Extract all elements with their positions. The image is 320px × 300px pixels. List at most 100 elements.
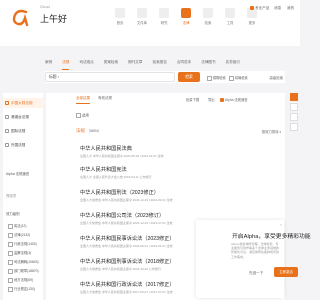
- popup-title: 开启Alpha，享受更多精彩功能: [232, 234, 311, 240]
- facet-group-level[interactable]: 效力级别: [6, 211, 20, 216]
- facet-item[interactable]: 司法解释(10843): [8, 259, 39, 265]
- left-sidebar: 中国大陆法规 港澳台法规 国际法规 外国法规 Alpha 法规速查 筛选项 效力…: [3, 93, 43, 300]
- tool-icon: [225, 8, 235, 18]
- flag-icon: [5, 101, 9, 105]
- rail-button[interactable]: [290, 93, 298, 101]
- result-meta: 全国人大 中华人民共和国主席令 2020-05-28 | 2021-01-01 …: [80, 154, 164, 158]
- pro-icon: [250, 6, 254, 11]
- category-tabs: 案例 法规 司法观点 类案检索 期刊文章 检索报告 合同范本 法律图书 实务指引: [45, 60, 285, 70]
- search-icon: [203, 8, 213, 18]
- popup-description: Alpha 融合律所管理、法律检索、专业服务与协作等多个法律业务领域的智能化平台…: [231, 242, 280, 259]
- tab-books[interactable]: 法律图书: [201, 60, 215, 70]
- filter-section-title: 筛选项: [6, 194, 17, 198]
- rail-button[interactable]: [290, 123, 298, 131]
- result-title[interactable]: 中华人民共和国公司法（2023修订）: [80, 212, 200, 219]
- book-icon: [159, 8, 169, 18]
- advanced-search-link[interactable]: 高级检索: [269, 75, 283, 80]
- tab-all-results[interactable]: 全部结果: [76, 96, 90, 104]
- activation-popup: × 开启Alpha，享受更多精彩功能 Alpha 融合律所管理、法律检索、专业服…: [196, 220, 311, 298]
- top-header: Good 上午好 首页 文件库 研究 法律 检索 工具 更多 专业产品 消息 我…: [0, 0, 300, 46]
- filter-checkbox[interactable]: 选项: [76, 113, 89, 118]
- result-item[interactable]: 中华人民共和国刑法（2023修正） 全国人大常委会 中华人民共和国主席令 2023…: [80, 189, 200, 202]
- tab-contracts[interactable]: 合同范本: [177, 60, 191, 70]
- greeting-small: Good: [40, 4, 50, 9]
- tab-guides[interactable]: 实务指引: [226, 60, 240, 70]
- messages-link[interactable]: 消息: [274, 6, 281, 11]
- nav-item-search[interactable]: 检索: [198, 6, 218, 42]
- home-icon: [115, 8, 125, 18]
- result-title[interactable]: 中华人民共和国民法典: [80, 145, 200, 152]
- greeting-text: 上午好: [40, 14, 68, 24]
- close-icon[interactable]: ×: [280, 222, 282, 227]
- flag-icon: [5, 115, 9, 119]
- result-meta: 全国人大常委会 中华人民共和国主席令 2017-06-27 | 2017-07-…: [80, 290, 173, 294]
- facet-item[interactable]: 宪法(12): [8, 223, 26, 229]
- nav-item-law[interactable]: 法律: [176, 6, 196, 42]
- search-field-select[interactable]: 标题: [49, 75, 59, 80]
- facet-item[interactable]: 部门规章(18870): [8, 268, 39, 274]
- batch-download-link[interactable]: 批量下载: [186, 97, 199, 102]
- alpha-lookup-link[interactable]: Alpha 法规速查: [220, 97, 248, 103]
- sort-select[interactable]: 按效力排序: [262, 129, 281, 134]
- result-title[interactable]: 中华人民共和国行政诉讼法（2017修正）: [80, 281, 200, 288]
- result-subtabs: 全部结果 有效法规: [76, 96, 120, 104]
- result-title[interactable]: 中华人民共和国刑事诉讼法（2018修正）: [80, 258, 200, 265]
- sidebar-item-hk-macao-tw[interactable]: 港澳台法规: [3, 112, 43, 122]
- facet-item[interactable]: 监察法规(3): [8, 250, 31, 256]
- tab-journals[interactable]: 期刊文章: [128, 60, 142, 70]
- search-input[interactable]: 标题: [45, 72, 175, 82]
- result-meta: 全国人大常委会 中华人民共和国主席令 2023-12-29 | 2024-07-…: [80, 221, 173, 225]
- alpha-quick-lookup[interactable]: Alpha 法规速查: [6, 171, 29, 176]
- pro-products-link[interactable]: 专业产品: [250, 6, 269, 11]
- tab-reports[interactable]: 检索报告: [153, 60, 167, 70]
- tab-judicial-views[interactable]: 司法观点: [79, 60, 93, 70]
- result-meta: 全国人大 全国人民代表大会公告 2018-03-11 公布施行: [80, 175, 152, 179]
- globe-icon: [5, 143, 9, 147]
- results-count: 法规 （5694）: [76, 128, 102, 133]
- tab-cases[interactable]: 案例: [45, 60, 52, 70]
- rail-button[interactable]: [290, 103, 298, 111]
- nav-item-tools[interactable]: 工具: [220, 6, 240, 42]
- right-rail: [290, 93, 298, 183]
- sidebar-item-mainland[interactable]: 中国大陆法规: [3, 98, 43, 108]
- tab-regulations[interactable]: 法规: [62, 60, 70, 70]
- result-item[interactable]: 中华人民共和国刑事诉讼法（2018修正） 全国人大常委会 中华人民共和国主席令 2…: [80, 258, 200, 271]
- facet-item[interactable]: 行业规定(130): [8, 286, 35, 292]
- result-item[interactable]: 中华人民共和国公司法（2023修订） 全国人大常委会 中华人民共和国主席令 202…: [80, 212, 200, 225]
- search-button[interactable]: 检索: [178, 72, 200, 82]
- result-title[interactable]: 中华人民共和国宪法: [80, 166, 200, 173]
- alpha-icon: [220, 98, 224, 103]
- result-item[interactable]: 中华人民共和国行政诉讼法（2017修正） 全国人大常委会 中华人民共和国主席令 2…: [80, 281, 200, 294]
- scale-icon: [181, 8, 191, 18]
- sidebar-item-international[interactable]: 国际法规: [3, 126, 43, 136]
- tab-valid-regulations[interactable]: 有效法规: [98, 96, 112, 104]
- result-title[interactable]: 中华人民共和国刑法（2023修正）: [80, 189, 200, 196]
- globe-icon: [5, 129, 9, 133]
- top-nav: 首页 文件库 研究 法律 检索 工具 更多: [110, 6, 264, 42]
- nav-item-more[interactable]: 更多: [242, 6, 262, 42]
- sidebar-item-foreign[interactable]: 外国法规: [3, 140, 43, 150]
- activate-button[interactable]: 立即激活: [274, 267, 298, 277]
- browse-first-link[interactable]: 先逛一下: [249, 271, 263, 276]
- nav-item-home[interactable]: 首页: [110, 6, 130, 42]
- exact-search-checkbox[interactable]: 精确检索: [229, 75, 248, 81]
- result-item[interactable]: 中华人民共和国宪法 全国人大 全国人民代表大会公告 2018-03-11 公布施行: [80, 166, 200, 179]
- folder-icon: [137, 8, 147, 18]
- account-link[interactable]: 我的: [287, 6, 294, 11]
- facet-item[interactable]: 地方法规(69): [8, 277, 33, 283]
- nav-item-files[interactable]: 文件库: [132, 6, 152, 42]
- facet-item[interactable]: 法律(2132): [8, 232, 30, 238]
- result-meta: 全国人大常委会 中华人民共和国主席令 2023-09-01 | 2024-01-…: [80, 244, 173, 248]
- tab-similar-cases[interactable]: 类案检索: [104, 60, 118, 70]
- rail-button[interactable]: [290, 113, 298, 121]
- result-title[interactable]: 中华人民共和国民事诉讼法（2023修正）: [80, 235, 200, 242]
- nav-item-research[interactable]: 研究: [154, 6, 174, 42]
- facet-item[interactable]: 行政法规(1400): [8, 241, 37, 247]
- result-item[interactable]: 中华人民共和国民事诉讼法（2023修正） 全国人大常委会 中华人民共和国主席令 2…: [80, 235, 200, 248]
- export-link[interactable]: 导出: [208, 97, 215, 102]
- result-meta: 全国人大常委会 中华人民共和国主席令 2018-10-26 公布施行: [80, 267, 161, 271]
- result-meta: 全国人大常委会 中华人民共和国主席令 2023-12-29 | 2024-03-…: [80, 198, 173, 202]
- result-item[interactable]: 中华人民共和国民法典 全国人大 中华人民共和国主席令 2020-05-28 | 2…: [80, 145, 200, 158]
- fuzzy-search-checkbox[interactable]: 模糊检索: [207, 75, 226, 81]
- alpha-logo[interactable]: [8, 6, 32, 30]
